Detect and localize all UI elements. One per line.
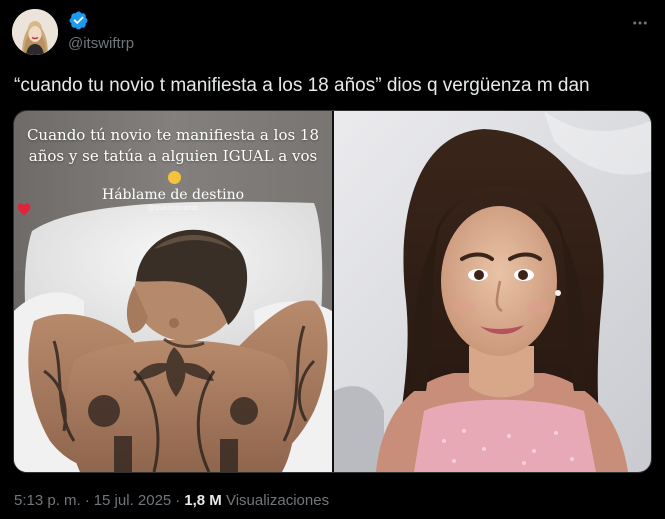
author-handle[interactable]: @itswiftrp (68, 35, 134, 53)
caption-line-1: Cuando tú novio te manifiesta a los 18 (26, 126, 320, 144)
meta-separator: · (175, 492, 181, 509)
media-grid: Cuando tú novio te manifiesta a los 18 a… (13, 110, 652, 473)
image-watermark: @mauroicardi (147, 204, 199, 212)
young-woman-portrait-photo (334, 111, 651, 472)
tweet-text: “cuando tu novio t manifiesta a los 18 a… (14, 75, 590, 96)
profile-photo-icon (12, 9, 58, 55)
verified-badge-icon (69, 11, 88, 29)
author-name-row[interactable] (68, 9, 89, 31)
media-image-right[interactable] (334, 111, 651, 472)
more-horizontal-icon (633, 21, 647, 25)
avatar[interactable] (12, 9, 58, 55)
sub-caption: Háblame de destino (101, 187, 245, 203)
more-options-button[interactable] (629, 12, 651, 34)
tweet-metadata: 5:13 p. m. · 15 jul. 2025 · 1,8 M Visualizac… (14, 491, 329, 511)
tweet-time[interactable]: 5:13 p. m. (14, 492, 81, 509)
rolling-laughing-emoji-icon (168, 171, 181, 184)
caption-line-2: años y se tatúa a alguien IGUAL a vos (28, 147, 318, 165)
left-image-caption: Cuando tú novio te manifiesta a los 18 a… (14, 125, 332, 167)
tweet: @itswiftrp “cuando tu novio t manifiesta… (0, 0, 665, 519)
views-label[interactable]: Visualizaciones (226, 492, 329, 509)
views-count[interactable]: 1,8 M (184, 492, 222, 509)
caption-emoji-row (14, 167, 332, 188)
media-image-left[interactable]: Cuando tú novio te manifiesta a los 18 a… (14, 111, 332, 472)
meta-separator: · (84, 492, 90, 509)
caption-line-2-row: años y se tatúa a alguien IGUAL a vos (14, 146, 332, 167)
tweet-date[interactable]: 15 jul. 2025 (94, 492, 172, 509)
